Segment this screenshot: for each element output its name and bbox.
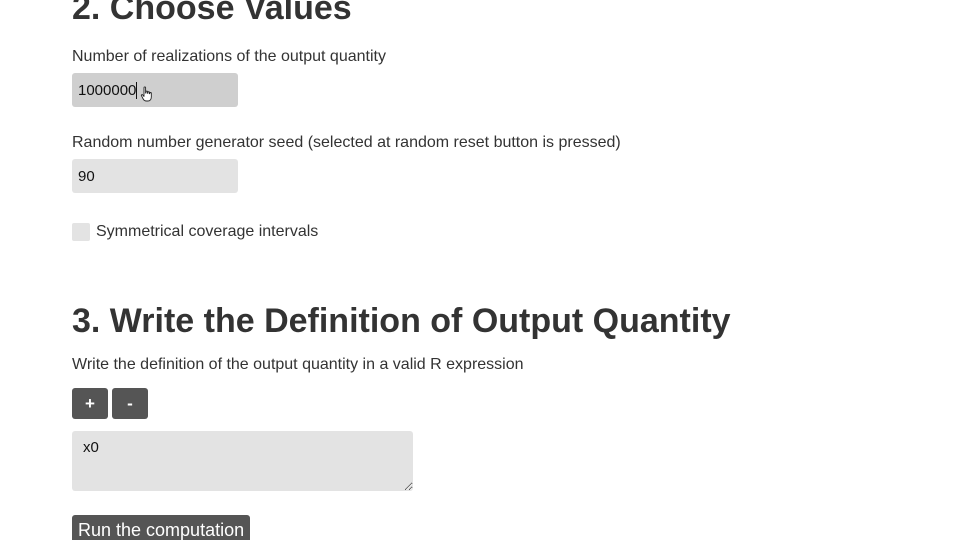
symmetric-intervals-checkbox[interactable] [72,223,90,241]
symmetric-intervals-label: Symmetrical coverage intervals [96,223,319,240]
run-computation-button[interactable]: Run the computation [72,515,251,540]
definition-description: Write the definition of the output quant… [72,356,524,373]
text-caret [136,82,137,99]
seed-input[interactable] [72,159,238,193]
add-expression-button[interactable]: + [72,388,108,419]
section-2-heading: 2. Choose Values [72,0,352,27]
seed-label: Random number generator seed (selected a… [72,134,621,151]
symmetric-intervals-row[interactable]: Symmetrical coverage intervals [72,222,318,242]
page: 2. Choose Values Number of realizations … [0,0,960,540]
expression-textarea[interactable]: x0 [72,431,413,491]
realizations-input[interactable] [72,73,238,107]
hand-pointer-icon [140,86,152,102]
remove-expression-button[interactable]: - [112,388,148,419]
realizations-label: Number of realizations of the output qua… [72,48,386,65]
section-3-heading: 3. Write the Definition of Output Quanti… [72,302,731,340]
